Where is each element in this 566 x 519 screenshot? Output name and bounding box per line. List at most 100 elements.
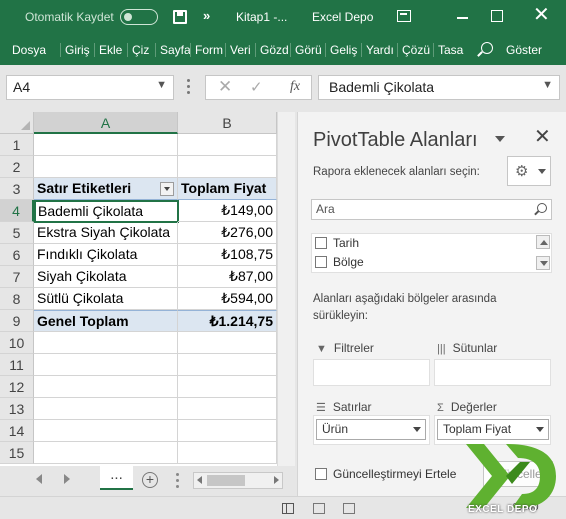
scroll-down-icon[interactable] (536, 256, 550, 270)
cell[interactable] (34, 398, 178, 420)
tab-dosya[interactable]: Dosya (12, 43, 52, 57)
defer-update-checkbox[interactable] (315, 468, 327, 480)
row-header[interactable]: 1 (0, 134, 34, 156)
rows-field-pill[interactable]: Ürün (316, 419, 426, 440)
formula-bar-grip-icon[interactable] (187, 79, 190, 95)
vertical-scrollbar[interactable] (277, 112, 295, 466)
row-header[interactable]: 6 (0, 244, 34, 266)
row-header[interactable]: 13 (0, 398, 34, 420)
filter-dropdown-icon[interactable] (160, 182, 174, 196)
cell[interactable] (178, 156, 277, 178)
pivot-item-value[interactable]: ₺276,00 (178, 222, 277, 244)
row-header[interactable]: 3 (0, 178, 34, 200)
select-all-button[interactable] (0, 112, 34, 134)
field-list-settings-button[interactable]: ⚙ (507, 156, 551, 186)
pivot-item-value[interactable]: ₺149,00 (178, 200, 277, 222)
tab-gelistirici[interactable]: Geliş (325, 43, 361, 57)
tab-ciz[interactable]: Çiz (127, 43, 155, 57)
cell[interactable] (178, 398, 277, 420)
filters-drop-area[interactable] (313, 359, 430, 386)
save-icon[interactable] (173, 10, 187, 24)
cell[interactable] (34, 354, 178, 376)
rows-drop-area[interactable]: Ürün (313, 415, 430, 445)
tell-me-label[interactable]: Göster (506, 43, 542, 57)
cell[interactable] (34, 376, 178, 398)
sheet-tab-more[interactable]: ... (100, 466, 133, 490)
quick-access-more-icon[interactable]: » (203, 8, 210, 23)
values-field-pill[interactable]: Toplam Fiyat (437, 419, 549, 440)
row-header[interactable]: 8 (0, 288, 34, 310)
cell[interactable] (178, 354, 277, 376)
normal-view-icon[interactable] (282, 503, 294, 514)
pivot-item-value[interactable]: ₺594,00 (178, 288, 277, 310)
tab-formuller[interactable]: Form (190, 43, 225, 57)
defer-update-option[interactable]: Güncelleştirmeyi Ertele (315, 467, 456, 481)
page-layout-view-icon[interactable] (313, 503, 325, 514)
row-header[interactable]: 12 (0, 376, 34, 398)
maximize-icon[interactable] (491, 10, 503, 22)
tab-split-grip-icon[interactable] (176, 473, 179, 488)
cancel-entry-icon[interactable]: ✕ (218, 77, 232, 97)
tab-giris[interactable]: Giriş (60, 43, 94, 57)
cell[interactable] (178, 134, 277, 156)
row-header[interactable]: 4 (0, 200, 34, 222)
cell[interactable] (178, 442, 277, 464)
tab-gozden-gecir[interactable]: Gözd (255, 43, 290, 57)
tab-gorunum[interactable]: Görü (290, 43, 325, 57)
row-header[interactable]: 11 (0, 354, 34, 376)
close-window-icon[interactable]: ✕ (533, 4, 550, 26)
name-box[interactable]: A4 ▼ (6, 75, 174, 100)
search-icon[interactable] (481, 42, 493, 54)
scroll-up-icon[interactable] (536, 235, 550, 249)
row-header[interactable]: 10 (0, 332, 34, 354)
autosave-toggle[interactable] (120, 9, 158, 25)
tab-cozumle[interactable]: Çözü (397, 43, 433, 57)
cell[interactable] (178, 332, 277, 354)
pivot-item-label[interactable]: Bademli Çikolata (34, 200, 179, 223)
search-icon[interactable] (537, 203, 547, 213)
column-header-a[interactable]: A (34, 112, 178, 134)
cell[interactable] (178, 376, 277, 398)
expand-formula-bar-icon[interactable]: ▼ (542, 79, 553, 91)
chevron-down-icon[interactable] (536, 427, 544, 432)
page-break-view-icon[interactable] (343, 503, 355, 514)
formula-input[interactable]: Bademli Çikolata ▼ (318, 75, 560, 100)
field-item-tarih[interactable]: Tarih (315, 236, 359, 250)
spreadsheet-grid[interactable]: A B 1 2 3 4 5 6 7 8 9 10 11 12 13 14 15 … (0, 112, 295, 466)
pivot-item-label[interactable]: Fındıklı Çikolata (34, 244, 178, 266)
scroll-left-icon[interactable] (197, 476, 202, 484)
row-header[interactable]: 7 (0, 266, 34, 288)
field-checkbox[interactable] (315, 256, 327, 268)
row-header[interactable]: 5 (0, 222, 34, 244)
add-sheet-icon[interactable]: + (142, 472, 158, 488)
chevron-down-icon[interactable]: ▼ (156, 79, 167, 91)
cell[interactable] (34, 332, 178, 354)
row-header[interactable]: 2 (0, 156, 34, 178)
ribbon-display-options-icon[interactable] (397, 10, 411, 22)
field-list-scrollbar[interactable] (536, 235, 550, 271)
pivot-row-labels-header[interactable]: Satır Etiketleri (34, 178, 178, 200)
cell[interactable] (34, 420, 178, 442)
pivot-grand-total-value[interactable]: ₺1.214,75 (178, 310, 277, 332)
pivot-item-label[interactable]: Siyah Çikolata (34, 266, 178, 288)
pivot-item-value[interactable]: ₺108,75 (178, 244, 277, 266)
enter-entry-icon[interactable]: ✓ (250, 78, 263, 96)
insert-function-icon[interactable]: fx (290, 79, 300, 95)
field-item-bolge[interactable]: Bölge (315, 255, 364, 269)
tab-yardim[interactable]: Yardı (361, 43, 397, 57)
cell[interactable] (34, 156, 178, 178)
row-header[interactable]: 9 (0, 310, 34, 332)
pivot-item-value[interactable]: ₺87,00 (178, 266, 277, 288)
close-pane-icon[interactable]: ✕ (534, 124, 551, 149)
chevron-down-icon[interactable] (413, 427, 421, 432)
pane-options-chevron-icon[interactable] (495, 136, 505, 142)
next-sheet-icon[interactable] (64, 474, 70, 484)
horizontal-scrollbar[interactable] (193, 472, 283, 489)
tab-sayfa-duzeni[interactable]: Sayfa (155, 43, 190, 57)
cell[interactable] (178, 420, 277, 442)
pivot-item-label[interactable]: Sütlü Çikolata (34, 288, 178, 310)
field-search-input[interactable]: Ara (311, 199, 552, 220)
scroll-right-icon[interactable] (274, 476, 279, 484)
tab-veri[interactable]: Veri (225, 43, 255, 57)
scroll-thumb[interactable] (207, 475, 245, 486)
